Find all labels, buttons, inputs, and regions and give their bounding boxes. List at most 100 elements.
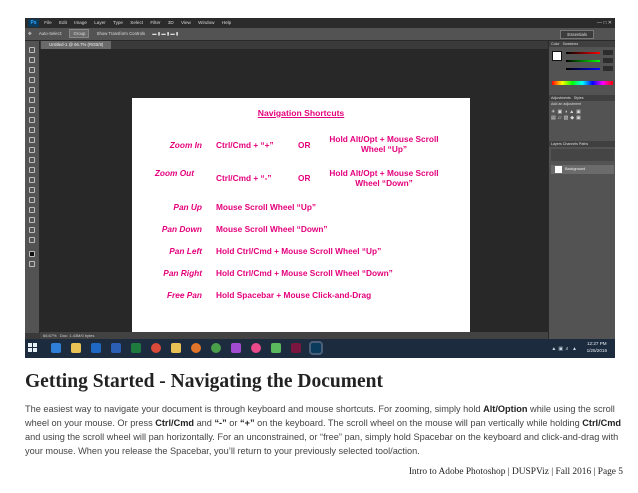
menu-image[interactable]: Image xyxy=(74,18,87,28)
layer-controls[interactable] xyxy=(551,149,614,161)
foreground-color-icon[interactable] xyxy=(29,251,35,257)
menu-bar: Ps File Edit Image Layer Type Select Fil… xyxy=(25,18,615,28)
menu-file[interactable]: File xyxy=(44,18,51,28)
ie-icon[interactable] xyxy=(51,343,61,353)
type-tool-icon[interactable] xyxy=(29,197,35,203)
notes-icon[interactable] xyxy=(271,343,281,353)
auto-select-checkbox[interactable]: Auto-Select: xyxy=(39,28,62,40)
itunes-icon[interactable] xyxy=(251,343,261,353)
gradient-tool-icon[interactable] xyxy=(29,157,35,163)
color-panel-tab[interactable]: Color Swatches xyxy=(549,41,615,47)
show-transform-checkbox[interactable]: Show Transform Controls xyxy=(97,28,145,40)
folder-icon[interactable] xyxy=(171,343,181,353)
layer-row[interactable]: Background xyxy=(551,165,614,174)
layers-panel-tab[interactable]: Layers Channels Paths xyxy=(549,141,615,147)
start-icon[interactable] xyxy=(28,343,38,353)
green-slider[interactable] xyxy=(566,60,600,62)
color-spectrum[interactable] xyxy=(552,81,613,85)
shortcut-desc: Hold Ctrl/Cmd + Mouse Scroll Wheel “Down… xyxy=(216,268,393,278)
photoshop-screenshot: Ps File Edit Image Layer Type Select Fil… xyxy=(25,18,615,358)
green-value[interactable] xyxy=(603,58,613,63)
zoom-tool-icon[interactable] xyxy=(29,237,35,243)
photoshop-logo: Ps xyxy=(28,19,39,27)
pen-tool-icon[interactable] xyxy=(29,187,35,193)
tray-icons[interactable]: ▲▣♬▲ xyxy=(551,346,579,352)
dodge-tool-icon[interactable] xyxy=(29,177,35,183)
red-value[interactable] xyxy=(603,50,613,55)
media-icon[interactable] xyxy=(231,343,241,353)
shortcut-label: Zoom Out xyxy=(154,168,194,178)
lasso-tool-icon[interactable] xyxy=(29,67,35,73)
shortcut-or: OR xyxy=(298,173,311,183)
document-tab[interactable]: Untitled-1 @ 66.7% (RGB/8) xyxy=(41,41,112,49)
crop-tool-icon[interactable] xyxy=(29,87,35,93)
hand-tool-icon[interactable] xyxy=(29,227,35,233)
adjustments-panel-tab[interactable]: Adjustments Styles xyxy=(549,95,615,101)
healing-tool-icon[interactable] xyxy=(29,107,35,113)
right-panels: Color Swatches Adjustments Styles Add an… xyxy=(548,41,615,339)
auto-select-dropdown[interactable]: Group xyxy=(69,29,90,39)
red-slider[interactable] xyxy=(566,52,600,54)
quick-mask-icon[interactable] xyxy=(29,261,35,267)
canvas-title: Navigation Shortcuts xyxy=(257,108,345,118)
shortcut-desc: Ctrl/Cmd + “-” xyxy=(216,173,272,183)
explorer-icon[interactable] xyxy=(71,343,81,353)
window-controls[interactable]: — □ ✕ xyxy=(597,18,612,28)
menu-edit[interactable]: Edit xyxy=(59,18,67,28)
shortcut-label: Pan Up xyxy=(173,202,202,212)
word-icon[interactable] xyxy=(111,343,121,353)
tray-clock[interactable]: 12:27 PM 1/25/2016 xyxy=(587,340,607,354)
menu-filter[interactable]: Filter xyxy=(150,18,160,28)
options-bar: ✥ Auto-Select: Group Show Transform Cont… xyxy=(25,28,615,41)
menu-window[interactable]: Window xyxy=(198,18,214,28)
firefox-icon[interactable] xyxy=(191,343,201,353)
photoshop-icon[interactable] xyxy=(311,343,321,353)
shortcut-or: OR xyxy=(298,140,311,150)
shortcut-alt: Hold Alt/Opt + Mouse Scroll Wheel “Down” xyxy=(329,168,439,188)
section-heading: Getting Started - Navigating the Documen… xyxy=(25,371,383,392)
workspace-dropdown[interactable]: Essentials xyxy=(560,30,594,39)
menu-type[interactable]: Type xyxy=(113,18,123,28)
brush-tool-icon[interactable] xyxy=(29,117,35,123)
menu-view[interactable]: View xyxy=(181,18,191,28)
indesign-icon[interactable] xyxy=(291,343,301,353)
menu-3d[interactable]: 3D xyxy=(168,18,174,28)
layer-name: Background xyxy=(565,167,586,171)
shortcut-desc: Hold Spacebar + Mouse Click-and-Drag xyxy=(216,290,372,300)
blur-tool-icon[interactable] xyxy=(29,167,35,173)
tray-time: 12:27 PM xyxy=(586,341,607,346)
move-tool-icon[interactable]: ✥ xyxy=(28,28,32,40)
shortcut-label: Pan Down xyxy=(161,224,202,234)
eraser-tool-icon[interactable] xyxy=(29,147,35,153)
excel-icon[interactable] xyxy=(131,343,141,353)
blue-value[interactable] xyxy=(603,66,613,71)
adjustment-icons[interactable]: ☀▣◑▲▣ ▤▱▧◆▣ xyxy=(551,109,583,121)
menu-help[interactable]: Help xyxy=(222,18,231,28)
canvas-area[interactable]: Navigation Shortcuts Zoom In Ctrl/Cmd + … xyxy=(40,49,548,354)
shortcut-label: Pan Left xyxy=(169,246,202,256)
stamp-tool-icon[interactable] xyxy=(29,127,35,133)
menu-layer[interactable]: Layer xyxy=(94,18,106,28)
tools-panel xyxy=(25,41,40,333)
menu-select[interactable]: Select xyxy=(130,18,143,28)
status-bar: 66.67% Doc: 1.43M/0 bytes xyxy=(40,332,548,339)
shortcut-desc: Mouse Scroll Wheel “Down” xyxy=(216,224,328,234)
shape-tool-icon[interactable] xyxy=(29,217,35,223)
eyedropper-tool-icon[interactable] xyxy=(29,97,35,103)
windows-taskbar: ▲▣♬▲ 12:27 PM 1/25/2016 xyxy=(25,339,615,358)
document-canvas[interactable]: Navigation Shortcuts Zoom In Ctrl/Cmd + … xyxy=(132,98,470,354)
quick-select-tool-icon[interactable] xyxy=(29,77,35,83)
align-icons[interactable]: ▬ ▮ ▬ ▮ ▬ ▮ xyxy=(152,28,178,40)
color-swatch[interactable] xyxy=(552,51,562,61)
outlook-icon[interactable] xyxy=(91,343,101,353)
chrome2-icon[interactable] xyxy=(211,343,221,353)
zoom-level[interactable]: 66.67% xyxy=(43,333,57,338)
add-adjustment-label: Add an adjustment xyxy=(551,102,581,106)
marquee-tool-icon[interactable] xyxy=(29,57,35,63)
layer-thumbnail xyxy=(555,166,562,173)
blue-slider[interactable] xyxy=(566,68,600,70)
move-tool-icon[interactable] xyxy=(29,47,35,53)
history-brush-tool-icon[interactable] xyxy=(29,137,35,143)
path-select-tool-icon[interactable] xyxy=(29,207,35,213)
chrome-icon[interactable] xyxy=(151,343,161,353)
